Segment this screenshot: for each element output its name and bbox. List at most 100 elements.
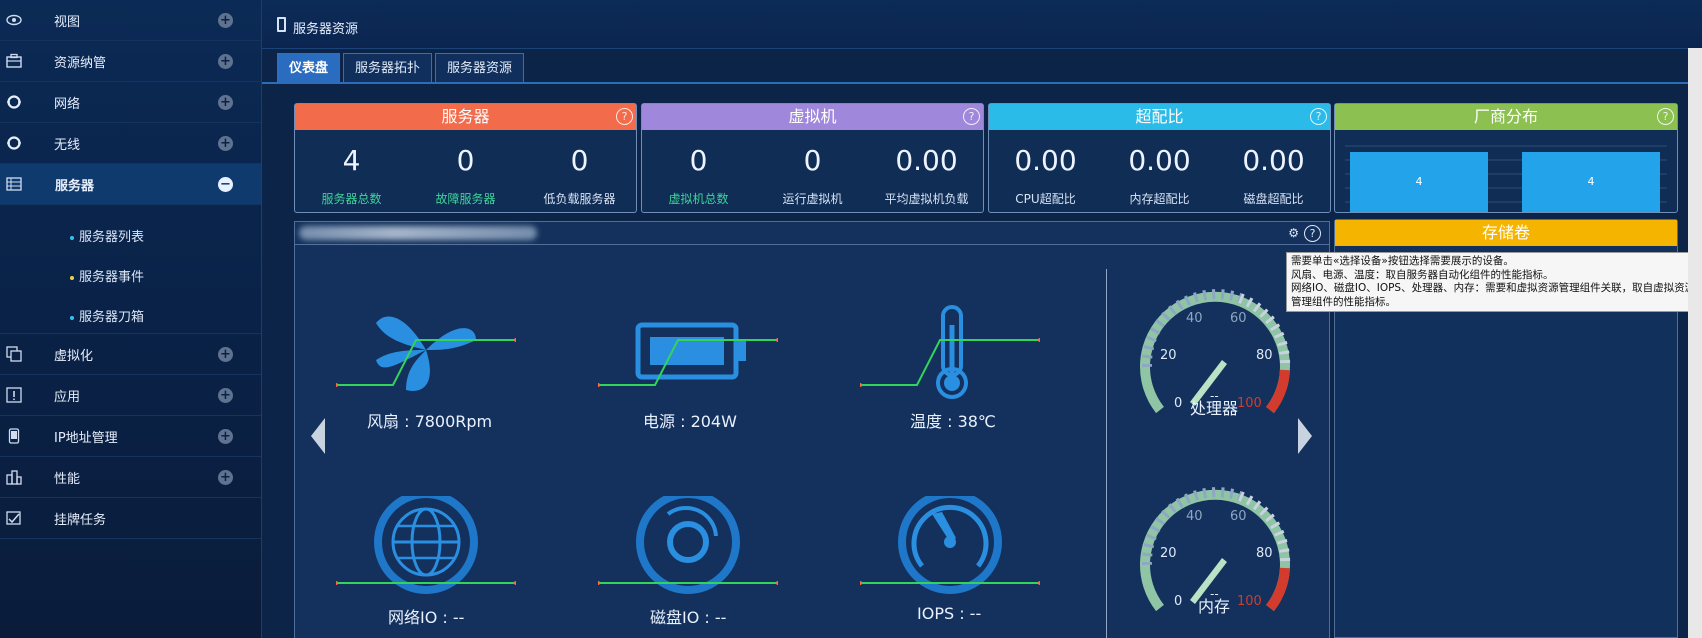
vendor-bar[interactable]: 4 — [1522, 152, 1660, 212]
svg-text:40: 40 — [1186, 509, 1203, 524]
stat-avg-vm-load[interactable]: 0.00 平均虚拟机负载 — [870, 144, 983, 207]
sidebar-item-network[interactable]: 网络 + — [0, 82, 261, 123]
cpu-gauge: 20 40 60 80 0 100 -- 处理器 — [1140, 289, 1291, 418]
svg-text:80: 80 — [1256, 348, 1273, 363]
expand-icon[interactable]: + — [218, 347, 233, 362]
sidebar-item-wireless[interactable]: 无线 + — [0, 123, 261, 164]
expand-icon[interactable]: + — [218, 95, 233, 110]
sidebar-item-label: 网络 — [54, 96, 81, 112]
ring-icon — [7, 95, 21, 109]
tab-dashboard[interactable]: 仪表盘 — [277, 53, 341, 82]
prev-arrow-icon[interactable] — [311, 418, 325, 454]
panel-divider — [1106, 269, 1107, 638]
stat-total-vms[interactable]: 0 虚拟机总数 — [642, 144, 755, 207]
metric-fan-label: 风扇 : 7800Rpm — [367, 412, 493, 431]
expand-icon[interactable]: + — [218, 429, 233, 444]
help-icon[interactable]: ? — [1304, 225, 1321, 242]
disk-icon — [598, 496, 778, 594]
sidebar-item-label: 无线 — [54, 137, 81, 153]
gear-icon[interactable]: ⚙ — [1288, 226, 1299, 240]
stat-total-servers[interactable]: 4 服务器总数 — [295, 144, 408, 207]
expand-icon[interactable]: + — [218, 13, 233, 28]
stat-disk-overcommit[interactable]: 0.00 磁盘超配比 — [1217, 144, 1330, 207]
sidebar-item-server[interactable]: 服务器 − — [0, 164, 261, 205]
svg-text:处理器: 处理器 — [1190, 399, 1238, 418]
sidebar-subitem-server-events[interactable]: 服务器事件 — [70, 266, 144, 285]
svg-text:60: 60 — [1230, 509, 1247, 524]
metric-iops-label: IOPS : -- — [917, 604, 982, 623]
sidebar-item-ip-management[interactable]: IP地址管理 + — [0, 416, 261, 457]
server-card-title: 服务器 — [295, 104, 636, 130]
eye-icon — [6, 14, 22, 26]
overcommit-card: 超配比 ? 0.00 CPU超配比 0.00 内存超配比 0.00 磁盘超配比 — [988, 103, 1331, 213]
page-header: 服务器资源 — [262, 0, 1702, 49]
panel-header: ⚙ ? — [295, 222, 1329, 245]
help-icon[interactable]: ? — [616, 108, 633, 125]
metric-temperature-label: 温度 : 38℃ — [910, 412, 996, 431]
phone-icon — [8, 428, 20, 444]
svg-text:20: 20 — [1160, 546, 1177, 561]
globe-icon — [336, 496, 516, 594]
metric-power-label: 电源 : 204W — [643, 412, 737, 431]
sidebar-item-label: 虚拟化 — [54, 348, 94, 364]
sidebar-item-tasks[interactable]: 挂牌任务 — [0, 498, 261, 539]
fan-icon — [336, 316, 516, 391]
thermometer-icon — [860, 305, 1040, 399]
vm-card-title: 虚拟机 — [642, 104, 983, 130]
svg-text:0: 0 — [1174, 396, 1182, 411]
expand-icon[interactable]: + — [218, 136, 233, 151]
stat-faulty-servers[interactable]: 0 故障服务器 — [409, 144, 522, 207]
overcommit-card-title: 超配比 — [989, 104, 1330, 130]
storage-card-title: 存储卷 — [1335, 220, 1677, 246]
sidebar-item-view[interactable]: 视图 + — [0, 0, 261, 41]
help-icon[interactable]: ? — [1310, 108, 1327, 125]
copy-icon — [6, 346, 22, 362]
sidebar: 视图 + 资源纳管 + 网络 + 无线 + 服务器 − 服务器列表 服务器事件 … — [0, 0, 262, 638]
page-title: 服务器资源 — [293, 22, 359, 37]
server-icon — [6, 177, 22, 191]
tab-server-topology[interactable]: 服务器拓扑 — [343, 53, 433, 82]
sidebar-subitem-server-list[interactable]: 服务器列表 — [70, 226, 144, 245]
sidebar-item-resource[interactable]: 资源纳管 + — [0, 41, 261, 82]
server-icon — [277, 17, 286, 32]
ring-icon — [7, 136, 21, 150]
sidebar-item-label: IP地址管理 — [54, 430, 118, 446]
expand-icon[interactable]: + — [218, 470, 233, 485]
expand-icon[interactable]: + — [218, 388, 233, 403]
chart-icon — [6, 470, 22, 485]
device-selector-blurred[interactable] — [299, 226, 537, 240]
sidebar-item-label: 资源纳管 — [54, 55, 107, 71]
svg-text:40: 40 — [1186, 311, 1203, 326]
sidebar-item-performance[interactable]: 性能 + — [0, 457, 261, 498]
svg-text:100: 100 — [1237, 594, 1262, 609]
help-tooltip: 需要单击«选择设备»按钮选择需要展示的设备。 风扇、电源、温度：取自服务器自动化… — [1286, 252, 1702, 312]
stat-cpu-overcommit[interactable]: 0.00 CPU超配比 — [989, 144, 1102, 207]
sidebar-item-application[interactable]: 应用 + — [0, 375, 261, 416]
expand-icon[interactable]: + — [218, 54, 233, 69]
help-icon[interactable]: ? — [1657, 108, 1674, 125]
sidebar-item-label: 服务器 — [55, 178, 95, 194]
tab-server-resources[interactable]: 服务器资源 — [435, 53, 525, 82]
info-box-icon — [6, 387, 22, 403]
collapse-icon[interactable]: − — [218, 177, 233, 192]
svg-text:内存: 内存 — [1198, 597, 1230, 616]
sidebar-item-virtualization[interactable]: 虚拟化 + — [0, 334, 261, 375]
scrollbar[interactable] — [1688, 48, 1702, 638]
battery-icon — [598, 322, 778, 387]
svg-text:20: 20 — [1160, 348, 1177, 363]
svg-text:60: 60 — [1230, 311, 1247, 326]
server-card: 服务器 ? 4 服务器总数 0 故障服务器 0 低负载服务器 — [294, 103, 637, 213]
sidebar-subitem-server-blades[interactable]: 服务器刀箱 — [70, 306, 144, 325]
sidebar-item-label: 应用 — [54, 389, 81, 405]
stat-low-load-servers[interactable]: 0 低负载服务器 — [523, 144, 636, 207]
sidebar-item-label: 视图 — [54, 14, 81, 30]
vendor-bar[interactable]: 4 — [1350, 152, 1488, 212]
memory-gauge: 20 40 60 80 0 100 -- 内存 — [1140, 487, 1291, 616]
stat-memory-overcommit[interactable]: 0.00 内存超配比 — [1103, 144, 1216, 207]
vm-card: 虚拟机 ? 0 虚拟机总数 0 运行虚拟机 0.00 平均虚拟机负载 — [641, 103, 984, 213]
svg-text:100: 100 — [1237, 396, 1262, 411]
metric-network-io-label: 网络IO : -- — [388, 608, 465, 627]
help-icon[interactable]: ? — [963, 108, 980, 125]
next-arrow-icon[interactable] — [1298, 418, 1312, 454]
stat-running-vms[interactable]: 0 运行虚拟机 — [756, 144, 869, 207]
